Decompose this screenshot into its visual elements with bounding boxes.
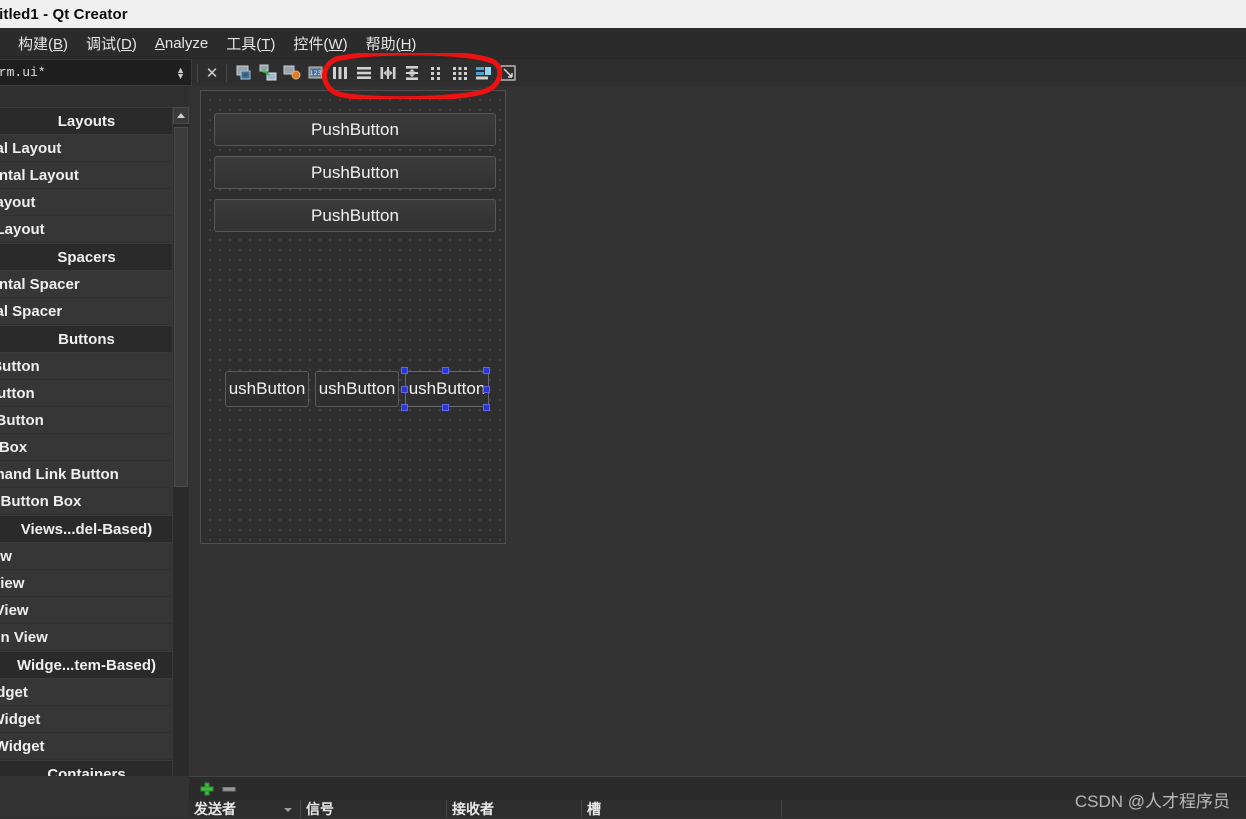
widget-box-toolbar <box>0 86 189 108</box>
remove-connection-button[interactable] <box>218 779 240 799</box>
layout-vertically-icon[interactable] <box>353 62 375 84</box>
widget-box-panel: Layoutstical Layoutizontal Layoutl Layou… <box>0 86 190 776</box>
widget-box-item[interactable]: io Button <box>0 407 173 434</box>
close-document-button[interactable]: ✕ <box>203 63 221 83</box>
column-label: 发送者 <box>194 801 236 817</box>
window-title: titled1 - Qt Creator <box>0 5 128 23</box>
widget-box-category-header[interactable]: Layouts <box>0 107 173 135</box>
push-button-small[interactable]: ushButton <box>225 371 309 407</box>
layout-form-icon[interactable] <box>425 62 447 84</box>
column-label: 接收者 <box>452 801 494 817</box>
widget-box-item[interactable]: h Button <box>0 353 173 380</box>
selection-handle[interactable] <box>442 404 449 411</box>
menu-item-truncated[interactable]: ) <box>0 33 9 54</box>
scrollbar-thumb[interactable] <box>174 127 188 487</box>
widget-box-scrollbar[interactable] <box>172 107 189 776</box>
menu-item-help[interactable]: 帮助(H) <box>357 31 426 56</box>
editor-toolbar: orm.ui* ▲ ▼ ✕ <box>0 59 1246 87</box>
menu-item-tools[interactable]: 工具(T) <box>217 31 284 56</box>
layout-splitter-horizontal-icon[interactable] <box>377 62 399 84</box>
add-connection-button[interactable] <box>196 779 218 799</box>
signal-slot-table-header: 发送者 信号 接收者 槽 <box>189 800 1246 818</box>
widget-box-item[interactable]: le Widget <box>0 733 173 760</box>
layout-horizontally-icon[interactable] <box>329 62 351 84</box>
selection-handle[interactable] <box>401 367 408 374</box>
scroll-up-arrow-icon[interactable] <box>173 107 189 124</box>
widget-box-list[interactable]: Layoutstical Layoutizontal Layoutl Layou… <box>0 107 173 776</box>
menu-item-build[interactable]: 构建(B) <box>9 31 77 56</box>
selection-handle[interactable] <box>483 385 490 393</box>
spin-arrows-icon[interactable]: ▲ ▼ <box>176 65 185 80</box>
widget-box-item[interactable]: l Layout <box>0 189 173 216</box>
menu-item-widgets[interactable]: 控件(W) <box>284 31 356 56</box>
toolbar-separator-2 <box>226 63 227 82</box>
menu-item-debug[interactable]: 调试(D) <box>77 31 146 56</box>
adjust-size-icon[interactable] <box>497 62 519 84</box>
signal-table-column-header[interactable]: 发送者 <box>189 800 301 818</box>
widget-box-item[interactable]: tical Spacer <box>0 298 173 325</box>
push-button-large[interactable]: PushButton <box>214 156 496 189</box>
widget-box-item[interactable]: Widget <box>0 679 173 706</box>
qt-creator-window: titled1 - Qt Creator ) 构建(B) 调试(D) Analy… <box>0 0 1246 818</box>
widget-box-item[interactable]: e Widget <box>0 706 173 733</box>
widget-box-item[interactable]: View <box>0 543 173 570</box>
widget-box-item[interactable]: umn View <box>0 624 173 651</box>
signal-slot-editor: 发送者 信号 接收者 槽 <box>189 776 1246 818</box>
sort-arrow-icon <box>284 808 292 812</box>
selection-handle[interactable] <box>483 404 490 411</box>
break-layout-icon[interactable] <box>473 62 495 84</box>
signal-slot-toolbar <box>189 777 1246 801</box>
edit-buddies-icon[interactable] <box>281 62 303 84</box>
widget-box-item[interactable]: le View <box>0 597 173 624</box>
widget-box-item[interactable]: tical Layout <box>0 135 173 162</box>
bottom-pane-gap <box>189 766 1246 776</box>
svg-text:123: 123 <box>310 70 322 77</box>
open-documents-combo[interactable]: orm.ui* ▲ ▼ <box>0 59 192 86</box>
widget-box-item[interactable]: og Button Box <box>0 488 173 515</box>
signal-table-column-header[interactable]: 信号 <box>301 800 447 818</box>
widget-box-category-header[interactable]: Views...del-Based) <box>0 515 173 543</box>
push-button-small-selected[interactable]: ushButton <box>405 371 489 407</box>
edit-signals-slots-icon[interactable] <box>257 62 279 84</box>
menu-bar[interactable]: ) 构建(B) 调试(D) Analyze 工具(T) 控件(W) 帮助(H) <box>0 28 1246 59</box>
widget-box-item[interactable]: ck Box <box>0 434 173 461</box>
title-bar: titled1 - Qt Creator <box>0 0 1246 28</box>
edit-tab-order-icon[interactable]: 123 <box>305 62 327 84</box>
widget-box-item[interactable]: m Layout <box>0 216 173 243</box>
signal-table-column-header[interactable]: 槽 <box>582 800 782 818</box>
layout-grid-icon[interactable] <box>449 62 471 84</box>
selection-handle[interactable] <box>401 385 408 393</box>
selection-handle[interactable] <box>442 367 449 374</box>
push-button-large[interactable]: PushButton <box>214 199 496 232</box>
widget-box-item[interactable]: izontal Layout <box>0 162 173 189</box>
signal-table-column-header[interactable]: 接收者 <box>447 800 582 818</box>
column-label: 槽 <box>587 801 601 817</box>
widget-box-item[interactable]: mmand Link Button <box>0 461 173 488</box>
push-button-large[interactable]: PushButton <box>214 113 496 146</box>
toolbar-separator-1 <box>197 63 198 82</box>
widget-box-item[interactable]: e View <box>0 570 173 597</box>
menu-item-analyze[interactable]: Analyze <box>146 33 217 54</box>
designed-form[interactable]: PushButton PushButton PushButton ushButton u… <box>200 90 506 544</box>
column-label: 信号 <box>306 801 334 817</box>
layout-splitter-vertical-icon[interactable] <box>401 62 423 84</box>
widget-box-category-header[interactable]: Buttons <box>0 325 173 353</box>
widget-box-category-header[interactable]: Spacers <box>0 243 173 271</box>
edit-widgets-icon[interactable] <box>233 62 255 84</box>
widget-box-category-header[interactable]: Widge...tem-Based) <box>0 651 173 679</box>
widget-box-category-header[interactable]: Containers <box>0 760 173 776</box>
widget-box-item[interactable]: l Button <box>0 380 173 407</box>
selection-handle[interactable] <box>401 404 408 411</box>
selection-handle[interactable] <box>483 367 490 374</box>
widget-box-item[interactable]: izontal Spacer <box>0 271 173 298</box>
push-button-small[interactable]: ushButton <box>315 371 399 407</box>
current-file-name: orm.ui* <box>0 65 46 80</box>
form-editor-canvas[interactable]: PushButton PushButton PushButton ushButton u… <box>189 86 1246 776</box>
